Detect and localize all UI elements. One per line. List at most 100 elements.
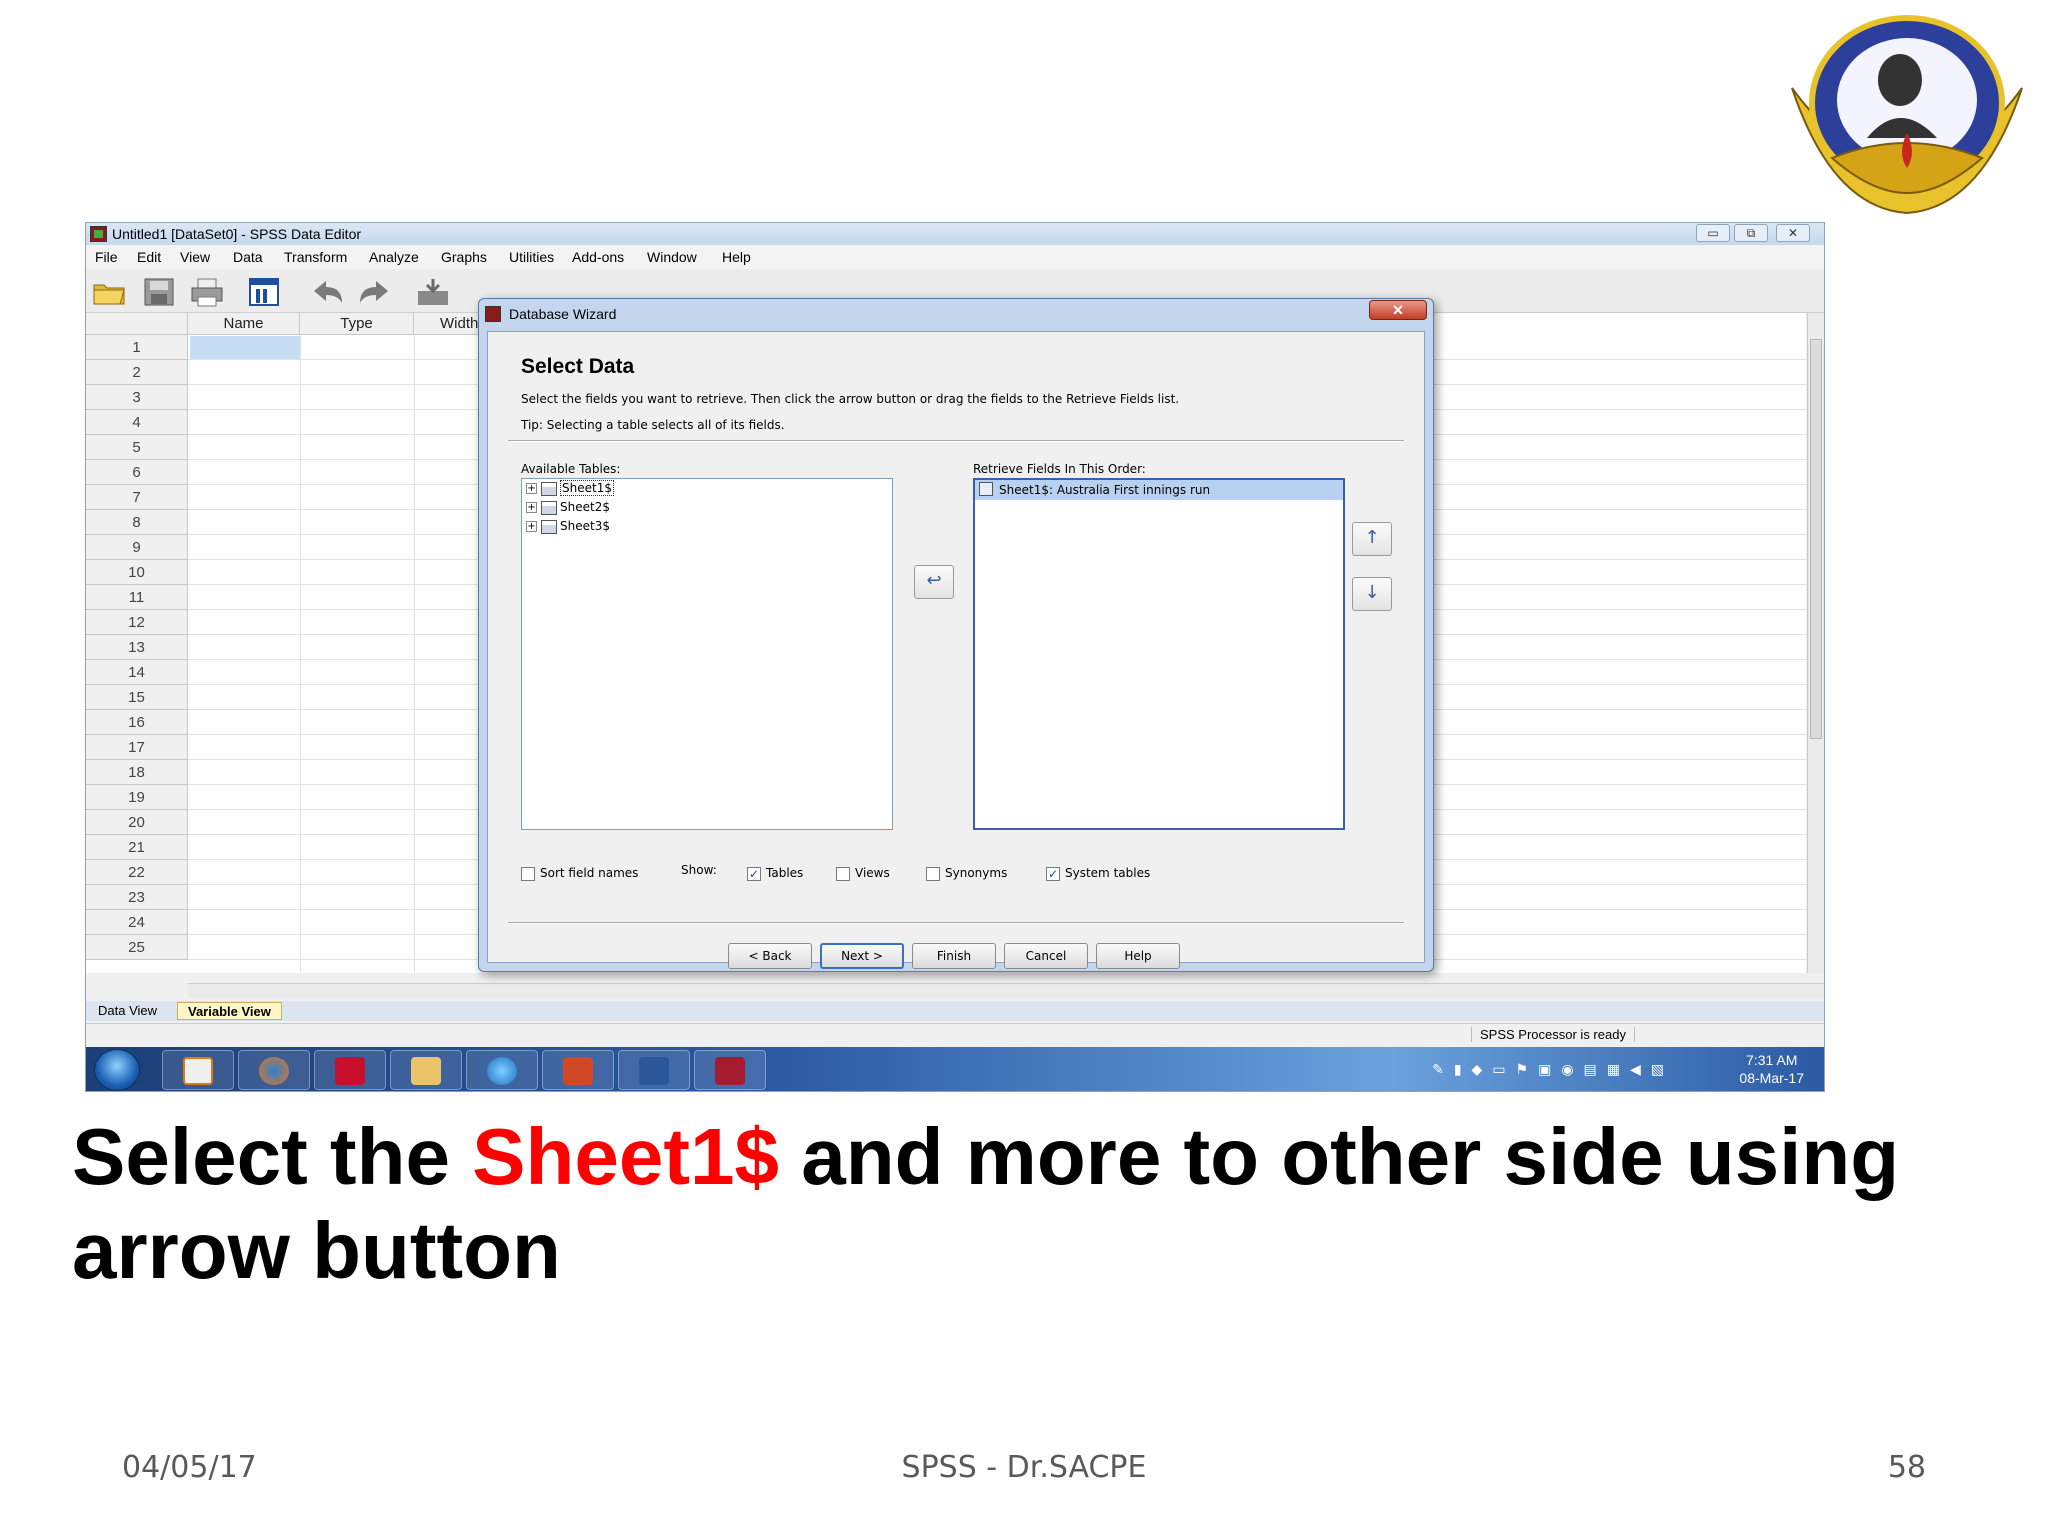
- available-tables-list[interactable]: + Sheet1$ + Sheet2$ + Sheet3$: [521, 478, 893, 830]
- open-folder-icon[interactable]: [92, 277, 126, 307]
- table-item-sheet2[interactable]: + Sheet2$: [526, 498, 610, 516]
- checkbox-checked[interactable]: ✓: [1046, 866, 1060, 881]
- row-number[interactable]: 15: [86, 685, 188, 710]
- menu-data[interactable]: Data: [233, 249, 263, 265]
- show-tables-checkbox[interactable]: ✓ Tables: [747, 865, 803, 881]
- finish-button[interactable]: Finish: [912, 943, 996, 969]
- row-number[interactable]: 21: [86, 835, 188, 860]
- dialog-titlebar: Database Wizard: [485, 306, 617, 322]
- scroll-thumb[interactable]: [1810, 339, 1822, 739]
- row-number[interactable]: 13: [86, 635, 188, 660]
- row-number[interactable]: 8: [86, 510, 188, 535]
- taskbar-ie[interactable]: [466, 1050, 538, 1090]
- tab-data-view[interactable]: Data View: [88, 1002, 167, 1020]
- move-to-retrieve-button[interactable]: ↩: [914, 565, 954, 599]
- view-tabs: Data View Variable View: [86, 1001, 1824, 1021]
- show-system-tables-checkbox[interactable]: ✓ System tables: [1046, 865, 1150, 881]
- show-views-checkbox[interactable]: Views: [836, 865, 890, 881]
- row-number[interactable]: 10: [86, 560, 188, 585]
- taskbar-media-player[interactable]: [162, 1050, 234, 1090]
- system-tray-icons[interactable]: ✎▮◆▭⚑▣◉▤▦◀▧: [1432, 1061, 1674, 1078]
- menu-utilities[interactable]: Utilities: [509, 249, 554, 265]
- row-number[interactable]: 22: [86, 860, 188, 885]
- cancel-button[interactable]: Cancel: [1004, 943, 1088, 969]
- close-window-button[interactable]: ✕: [1776, 224, 1810, 242]
- row-number[interactable]: 17: [86, 735, 188, 760]
- row-number[interactable]: 11: [86, 585, 188, 610]
- table-name: Sheet3$: [560, 519, 610, 533]
- retrieve-fields-list[interactable]: Sheet1$: Australia First innings run: [973, 478, 1345, 830]
- save-icon[interactable]: [142, 277, 176, 307]
- tab-variable-view[interactable]: Variable View: [177, 1002, 282, 1020]
- checkbox-box[interactable]: [521, 866, 535, 881]
- row-number[interactable]: 12: [86, 610, 188, 635]
- table-item-sheet1[interactable]: + Sheet1$: [526, 479, 614, 497]
- clock-time: 7:31 AM: [1746, 1052, 1798, 1068]
- expand-icon[interactable]: +: [526, 502, 537, 513]
- taskbar-firefox[interactable]: [238, 1050, 310, 1090]
- row-number[interactable]: 3: [86, 385, 188, 410]
- row-number[interactable]: 25: [86, 935, 188, 960]
- row-number[interactable]: 2: [86, 360, 188, 385]
- row-number[interactable]: 23: [86, 885, 188, 910]
- menu-edit[interactable]: Edit: [137, 249, 161, 265]
- row-number[interactable]: 14: [86, 660, 188, 685]
- row-number[interactable]: 9: [86, 535, 188, 560]
- row-number[interactable]: 24: [86, 910, 188, 935]
- menu-file[interactable]: File: [95, 249, 118, 265]
- checkbox-box[interactable]: [836, 866, 850, 881]
- expand-icon[interactable]: +: [526, 483, 537, 494]
- next-button[interactable]: Next >: [820, 943, 904, 969]
- checkbox-label: System tables: [1065, 866, 1151, 880]
- dialog-close-button[interactable]: ✕: [1369, 300, 1427, 320]
- sort-field-names-checkbox[interactable]: Sort field names: [521, 865, 638, 881]
- back-button[interactable]: < Back: [728, 943, 812, 969]
- menu-graphs[interactable]: Graphs: [441, 249, 487, 265]
- undo-icon[interactable]: [312, 277, 346, 307]
- vertical-scrollbar[interactable]: [1807, 313, 1824, 973]
- move-up-button[interactable]: ↑: [1352, 522, 1392, 556]
- menu-add-ons[interactable]: Add-ons: [572, 249, 624, 265]
- restore-button[interactable]: ⧉: [1734, 224, 1768, 242]
- menu-view[interactable]: View: [180, 249, 210, 265]
- row-number[interactable]: 4: [86, 410, 188, 435]
- retrieve-field-item[interactable]: Sheet1$: Australia First innings run: [975, 480, 1343, 500]
- row-number[interactable]: 18: [86, 760, 188, 785]
- row-number[interactable]: 5: [86, 435, 188, 460]
- menu-transform[interactable]: Transform: [284, 249, 347, 265]
- row-number[interactable]: 6: [86, 460, 188, 485]
- row-number[interactable]: 1: [86, 335, 188, 360]
- taskbar-explorer[interactable]: [390, 1050, 462, 1090]
- checkbox-box[interactable]: [926, 866, 940, 881]
- menu-help[interactable]: Help: [722, 249, 751, 265]
- taskbar-spss[interactable]: [694, 1050, 766, 1090]
- dialog-title: Database Wizard: [509, 306, 617, 322]
- row-number[interactable]: 7: [86, 485, 188, 510]
- dialog-recall-icon[interactable]: [248, 277, 282, 307]
- row-number[interactable]: 20: [86, 810, 188, 835]
- wizard-app-icon: [485, 306, 501, 322]
- start-button-icon[interactable]: [94, 1049, 140, 1091]
- expand-icon[interactable]: +: [526, 521, 537, 532]
- menu-analyze[interactable]: Analyze: [369, 249, 419, 265]
- taskbar-word[interactable]: [618, 1050, 690, 1090]
- divider: [508, 922, 1404, 924]
- checkbox-checked[interactable]: ✓: [747, 866, 761, 881]
- minimize-button[interactable]: ▭: [1696, 224, 1730, 242]
- goto-case-icon[interactable]: [416, 277, 450, 307]
- column-header-name[interactable]: Name: [188, 313, 300, 335]
- menu-window[interactable]: Window: [647, 249, 697, 265]
- taskbar-powerpoint[interactable]: [542, 1050, 614, 1090]
- show-synonyms-checkbox[interactable]: Synonyms: [926, 865, 1007, 881]
- horizontal-scrollbar[interactable]: [188, 983, 1824, 999]
- clock[interactable]: 7:31 AM 08-Mar-17: [1739, 1051, 1804, 1087]
- redo-icon[interactable]: [356, 277, 390, 307]
- taskbar-acrobat[interactable]: [314, 1050, 386, 1090]
- table-item-sheet3[interactable]: + Sheet3$: [526, 517, 610, 535]
- print-icon[interactable]: [190, 277, 224, 307]
- column-header-type[interactable]: Type: [300, 313, 414, 335]
- row-number[interactable]: 19: [86, 785, 188, 810]
- row-number[interactable]: 16: [86, 710, 188, 735]
- move-down-button[interactable]: ↓: [1352, 577, 1392, 611]
- help-button[interactable]: Help: [1096, 943, 1180, 969]
